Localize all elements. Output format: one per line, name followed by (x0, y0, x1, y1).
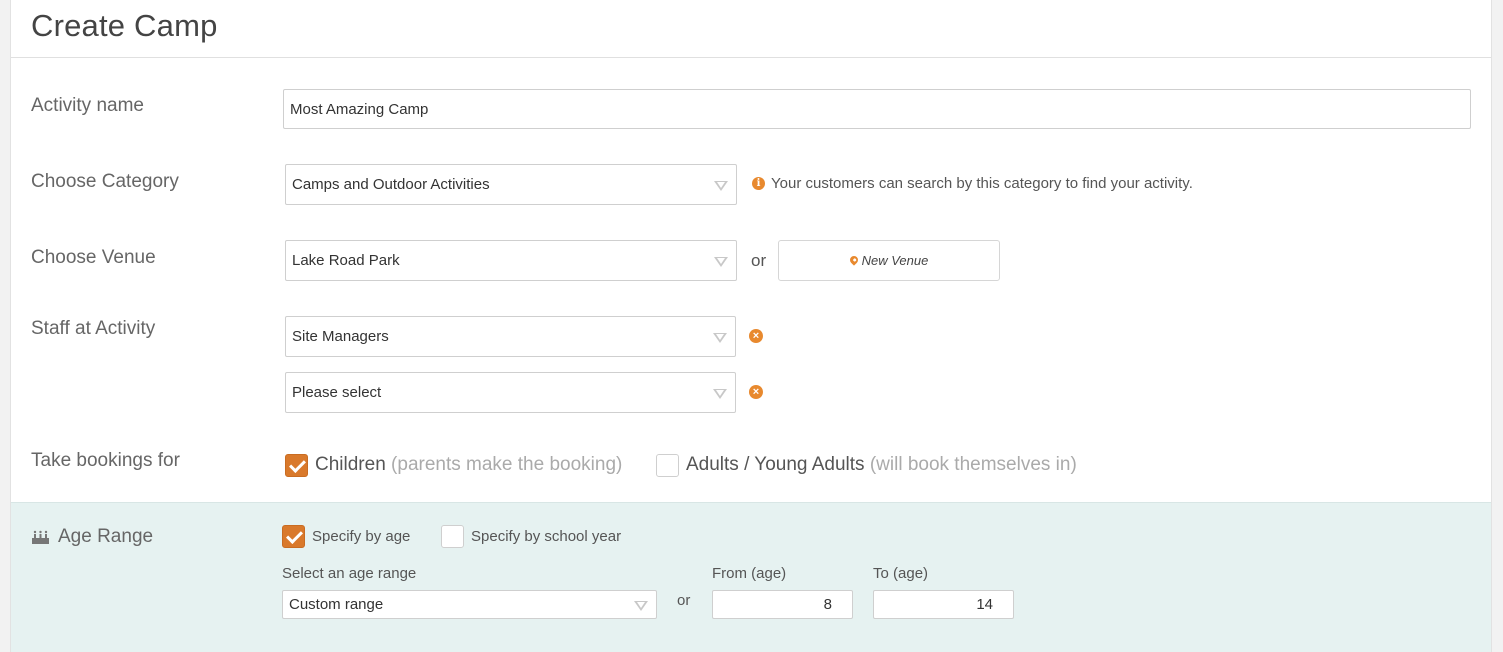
age-range-or-text: or (677, 592, 691, 609)
children-label: Children (315, 454, 386, 475)
new-venue-button[interactable]: New Venue (778, 240, 1000, 281)
page-header: Create Camp (11, 0, 1491, 58)
venue-select[interactable]: Lake Road Park (285, 240, 737, 281)
age-range-select-value: Custom range (289, 596, 384, 613)
chevron-down-icon (714, 256, 728, 267)
staff-select-2-value: Please select (292, 384, 382, 401)
bookings-label: Take bookings for (31, 450, 180, 471)
staff-label: Staff at Activity (31, 318, 156, 339)
page-title: Create Camp (31, 8, 218, 43)
map-pin-icon (847, 253, 860, 266)
activity-name-value: Most Amazing Camp (290, 100, 429, 118)
remove-circle-icon[interactable]: × (749, 329, 763, 343)
specify-by-school-year-checkbox[interactable] (441, 525, 464, 548)
category-selected-value: Camps and Outdoor Activities (292, 176, 490, 193)
adults-label: Adults / Young Adults (686, 454, 865, 475)
age-range-section: Age Range Specify by age Specify by scho… (11, 502, 1491, 652)
children-checkbox[interactable] (285, 454, 308, 477)
chevron-down-icon (634, 600, 648, 611)
category-label: Choose Category (31, 171, 179, 192)
category-hint: Your customers can search by this catego… (771, 175, 1193, 192)
adults-option-label: Adults / Young Adults (will book themsel… (686, 454, 1077, 476)
age-range-select-label: Select an age range (282, 565, 417, 582)
to-age-input[interactable]: 14 (873, 590, 1014, 619)
chevron-down-icon (713, 332, 727, 343)
to-age-value: 14 (976, 596, 993, 613)
chevron-down-icon (714, 180, 728, 191)
remove-circle-icon[interactable]: × (749, 385, 763, 399)
staff-select-1-value: Site Managers (292, 328, 389, 345)
chevron-down-icon (713, 388, 727, 399)
from-age-label: From (age) (712, 565, 787, 582)
age-range-label: Age Range (58, 526, 154, 547)
from-age-value: 8 (823, 596, 832, 613)
children-note: (parents make the booking) (391, 454, 623, 475)
category-select[interactable]: Camps and Outdoor Activities (285, 164, 737, 205)
specify-by-age-checkbox[interactable] (282, 525, 305, 548)
venue-or-text: or (751, 251, 767, 270)
age-range-select[interactable]: Custom range (282, 590, 657, 619)
activity-name-input[interactable]: Most Amazing Camp (283, 89, 1471, 129)
new-venue-label: New Venue (861, 253, 929, 268)
to-age-label: To (age) (873, 565, 929, 582)
from-age-input[interactable]: 8 (712, 590, 853, 619)
children-option-label: Children (parents make the booking) (315, 454, 622, 476)
adults-note: (will book themselves in) (869, 454, 1077, 475)
info-icon: i (752, 177, 765, 190)
specify-by-school-year-label: Specify by school year (471, 528, 622, 545)
activity-name-label: Activity name (31, 95, 144, 116)
venue-selected-value: Lake Road Park (292, 252, 400, 269)
birthday-cake-icon (32, 530, 49, 544)
staff-select-2[interactable]: Please select (285, 372, 736, 413)
venue-label: Choose Venue (31, 247, 156, 268)
staff-select-1[interactable]: Site Managers (285, 316, 736, 357)
adults-checkbox[interactable] (656, 454, 679, 477)
specify-by-age-label: Specify by age (312, 528, 411, 545)
create-camp-panel: Create Camp Activity name Most Amazing C… (10, 0, 1492, 652)
